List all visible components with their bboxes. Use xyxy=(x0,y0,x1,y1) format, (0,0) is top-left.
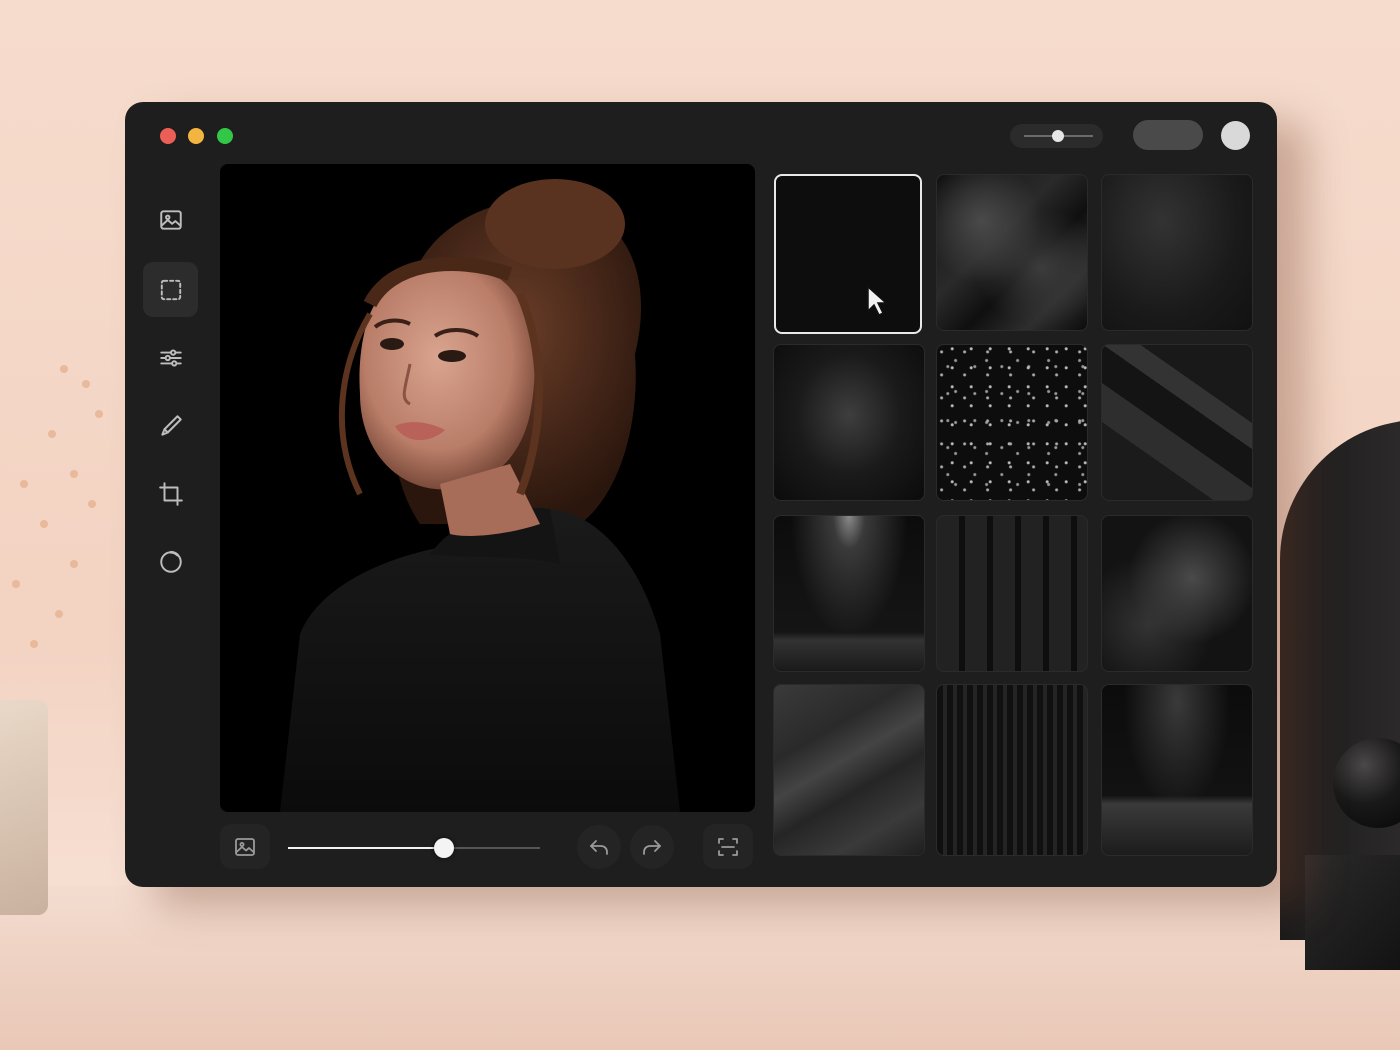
image-icon xyxy=(159,209,182,230)
avatar[interactable] xyxy=(1221,121,1250,150)
redo-icon xyxy=(643,840,661,855)
shape-tool-button[interactable] xyxy=(143,534,198,589)
minimize-window-button[interactable] xyxy=(188,128,204,144)
crop-tool-button[interactable] xyxy=(143,466,198,521)
background-tile-starry-dust[interactable] xyxy=(936,344,1088,501)
background-tile-slate-stone[interactable] xyxy=(773,684,925,856)
undo-icon xyxy=(590,840,608,855)
circle-icon xyxy=(159,550,182,573)
close-window-button[interactable] xyxy=(160,128,176,144)
portrait-photo xyxy=(280,179,680,812)
shelf-surface xyxy=(0,885,1400,1050)
background-tile-plain-black[interactable] xyxy=(774,174,922,334)
fit-screen-button[interactable] xyxy=(703,824,753,869)
image-settings-button[interactable] xyxy=(220,824,270,869)
mouse-pointer-icon xyxy=(867,285,888,317)
brush-tool-button[interactable] xyxy=(143,398,198,453)
redo-button[interactable] xyxy=(630,825,674,869)
background-tile-smoke[interactable] xyxy=(1101,515,1253,672)
background-tile-spotlight-stage[interactable] xyxy=(773,515,925,672)
fit-screen-icon xyxy=(718,837,738,856)
zoom-slider[interactable] xyxy=(288,838,540,858)
topbar-slider-handle[interactable] xyxy=(1052,130,1064,142)
decor-stone xyxy=(0,700,48,915)
background-tile-window-shadow[interactable] xyxy=(936,515,1088,672)
selection-icon xyxy=(160,279,181,300)
background-tile-radial-glow[interactable] xyxy=(773,344,925,501)
background-tile-dark-texture[interactable] xyxy=(1101,174,1253,331)
undo-button[interactable] xyxy=(577,825,621,869)
zoom-slider-handle[interactable] xyxy=(434,838,455,858)
crop-icon xyxy=(158,481,183,506)
topbar-slider[interactable] xyxy=(1010,124,1103,148)
app-window xyxy=(125,102,1277,887)
image-canvas[interactable] xyxy=(220,164,755,812)
image-icon xyxy=(235,837,255,856)
adjust-tool-button[interactable] xyxy=(143,330,198,385)
zoom-slider-fill xyxy=(288,847,445,849)
maximize-window-button[interactable] xyxy=(217,128,233,144)
selection-tool-button[interactable] xyxy=(143,262,198,317)
image-tool-button[interactable] xyxy=(143,192,198,247)
sliders-icon xyxy=(159,348,182,367)
brush-icon xyxy=(160,414,182,436)
background-tile-black-silk[interactable] xyxy=(936,174,1088,331)
background-tile-crumpled-paper[interactable] xyxy=(1101,344,1253,501)
decor-cube xyxy=(1305,855,1400,970)
background-tile-curtain[interactable] xyxy=(936,684,1088,856)
topbar-action-button[interactable] xyxy=(1133,120,1203,150)
background-tile-studio-floor[interactable] xyxy=(1101,684,1253,856)
